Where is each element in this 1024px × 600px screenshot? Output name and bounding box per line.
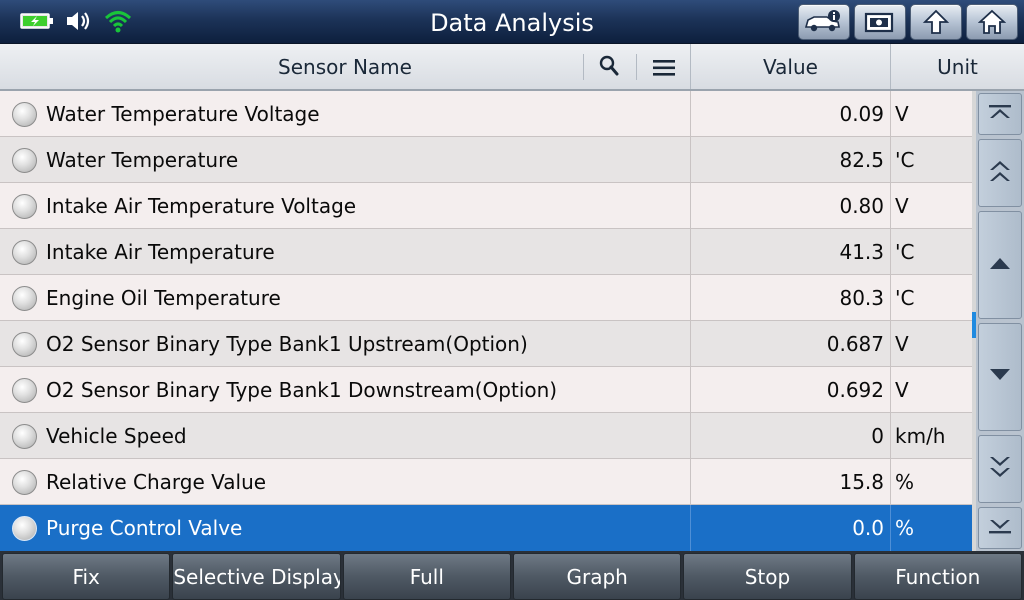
table-header: Sensor Name Value Unit <box>0 44 1024 91</box>
column-header-sensor-name[interactable]: Sensor Name <box>0 44 690 89</box>
sensor-table: Water Temperature Voltage 0.09 V Water T… <box>0 91 972 551</box>
fix-button[interactable]: Fix <box>2 553 171 600</box>
sensor-name: Relative Charge Value <box>46 470 267 494</box>
sensor-value: 0.09 <box>690 91 890 137</box>
stop-button[interactable]: Stop <box>683 553 852 600</box>
table-row[interactable]: O2 Sensor Binary Type Bank1 Downstream(O… <box>0 367 972 413</box>
sensor-unit: V <box>890 321 972 367</box>
scroll-bottom-button[interactable] <box>978 507 1022 549</box>
sensor-name: Engine Oil Temperature <box>46 286 281 310</box>
table-row[interactable]: O2 Sensor Binary Type Bank1 Upstream(Opt… <box>0 321 972 367</box>
sensor-name: O2 Sensor Binary Type Bank1 Upstream(Opt… <box>46 332 528 356</box>
sensor-value: 0.687 <box>690 321 890 367</box>
header-divider <box>583 54 584 80</box>
table-row[interactable]: Water Temperature 82.5 'C <box>0 137 972 183</box>
sensor-unit: % <box>890 505 972 551</box>
column-header-unit[interactable]: Unit <box>890 44 1024 89</box>
page-down-icon <box>986 454 1014 484</box>
row-select-radio[interactable] <box>12 148 37 173</box>
page-up-icon <box>986 158 1014 188</box>
screenshot-button[interactable] <box>854 4 906 40</box>
row-select-radio[interactable] <box>12 332 37 357</box>
sensor-value: 0 <box>690 413 890 459</box>
scroll-top-button[interactable] <box>978 93 1022 135</box>
back-icon <box>922 9 950 35</box>
line-down-icon <box>988 367 1012 387</box>
table-row[interactable]: Vehicle Speed 0 km/h <box>0 413 972 459</box>
row-select-radio[interactable] <box>12 378 37 403</box>
scroll-bottom-icon <box>986 517 1014 539</box>
sensor-unit: km/h <box>890 413 972 459</box>
row-select-radio[interactable] <box>12 424 37 449</box>
sensor-value: 41.3 <box>690 229 890 275</box>
table-row[interactable]: Water Temperature Voltage 0.09 V <box>0 91 972 137</box>
graph-button[interactable]: Graph <box>512 553 682 600</box>
table-row[interactable]: Relative Charge Value 15.8 % <box>0 459 972 505</box>
scroll-navigation <box>976 91 1024 551</box>
line-up-icon <box>988 255 1012 275</box>
sensor-value: 0.0 <box>690 505 890 551</box>
table-row-selected[interactable]: Purge Control Valve 0.0 % <box>0 505 972 551</box>
row-select-radio[interactable] <box>12 516 37 541</box>
back-button[interactable] <box>910 4 962 40</box>
full-button[interactable]: Full <box>342 553 511 600</box>
column-header-sensor-name-label: Sensor Name <box>278 55 412 79</box>
sensor-unit: 'C <box>890 229 972 275</box>
sensor-name: Vehicle Speed <box>46 424 187 448</box>
row-select-radio[interactable] <box>12 470 37 495</box>
sensor-unit: V <box>890 183 972 229</box>
sensor-unit: V <box>890 91 972 137</box>
line-up-button[interactable] <box>978 211 1022 319</box>
line-down-button[interactable] <box>978 323 1022 431</box>
scroll-top-icon <box>986 103 1014 125</box>
sensor-unit: V <box>890 367 972 413</box>
selective-display-button[interactable]: Selective Display <box>172 553 341 600</box>
page-down-button[interactable] <box>978 435 1022 503</box>
table-row[interactable]: Engine Oil Temperature 80.3 'C <box>0 275 972 321</box>
vehicle-info-button[interactable] <box>798 4 850 40</box>
row-select-radio[interactable] <box>12 240 37 265</box>
vehicle-info-icon <box>803 9 845 35</box>
row-select-radio[interactable] <box>12 194 37 219</box>
sensor-name: Water Temperature <box>46 148 239 172</box>
table-row[interactable]: Intake Air Temperature 41.3 'C <box>0 229 972 275</box>
home-icon <box>978 9 1006 35</box>
sensor-value: 0.80 <box>690 183 890 229</box>
function-button[interactable]: Function <box>853 553 1022 600</box>
sensor-name: Intake Air Temperature Voltage <box>46 194 357 218</box>
header-divider <box>636 54 637 80</box>
title-bar: Data Analysis <box>0 0 1024 44</box>
row-select-radio[interactable] <box>12 286 37 311</box>
sensor-unit: % <box>890 459 972 505</box>
screenshot-icon <box>864 10 896 34</box>
bottom-toolbar: Fix Selective Display Full Graph Stop Fu… <box>0 551 1024 600</box>
top-button-group <box>798 4 1018 40</box>
page-up-button[interactable] <box>978 139 1022 207</box>
row-select-radio[interactable] <box>12 102 37 127</box>
table-row[interactable]: Intake Air Temperature Voltage 0.80 V <box>0 183 972 229</box>
sensor-name: O2 Sensor Binary Type Bank1 Downstream(O… <box>46 378 558 402</box>
sensor-name: Water Temperature Voltage <box>46 102 320 126</box>
sensor-value: 82.5 <box>690 137 890 183</box>
column-header-value[interactable]: Value <box>690 44 890 89</box>
search-icon[interactable] <box>598 54 620 78</box>
sensor-name: Intake Air Temperature <box>46 240 275 264</box>
sensor-name: Purge Control Valve <box>46 516 243 540</box>
home-button[interactable] <box>966 4 1018 40</box>
sensor-value: 15.8 <box>690 459 890 505</box>
sensor-unit: 'C <box>890 275 972 321</box>
menu-icon[interactable] <box>652 58 676 78</box>
sensor-unit: 'C <box>890 137 972 183</box>
sensor-value: 80.3 <box>690 275 890 321</box>
sensor-value: 0.692 <box>690 367 890 413</box>
